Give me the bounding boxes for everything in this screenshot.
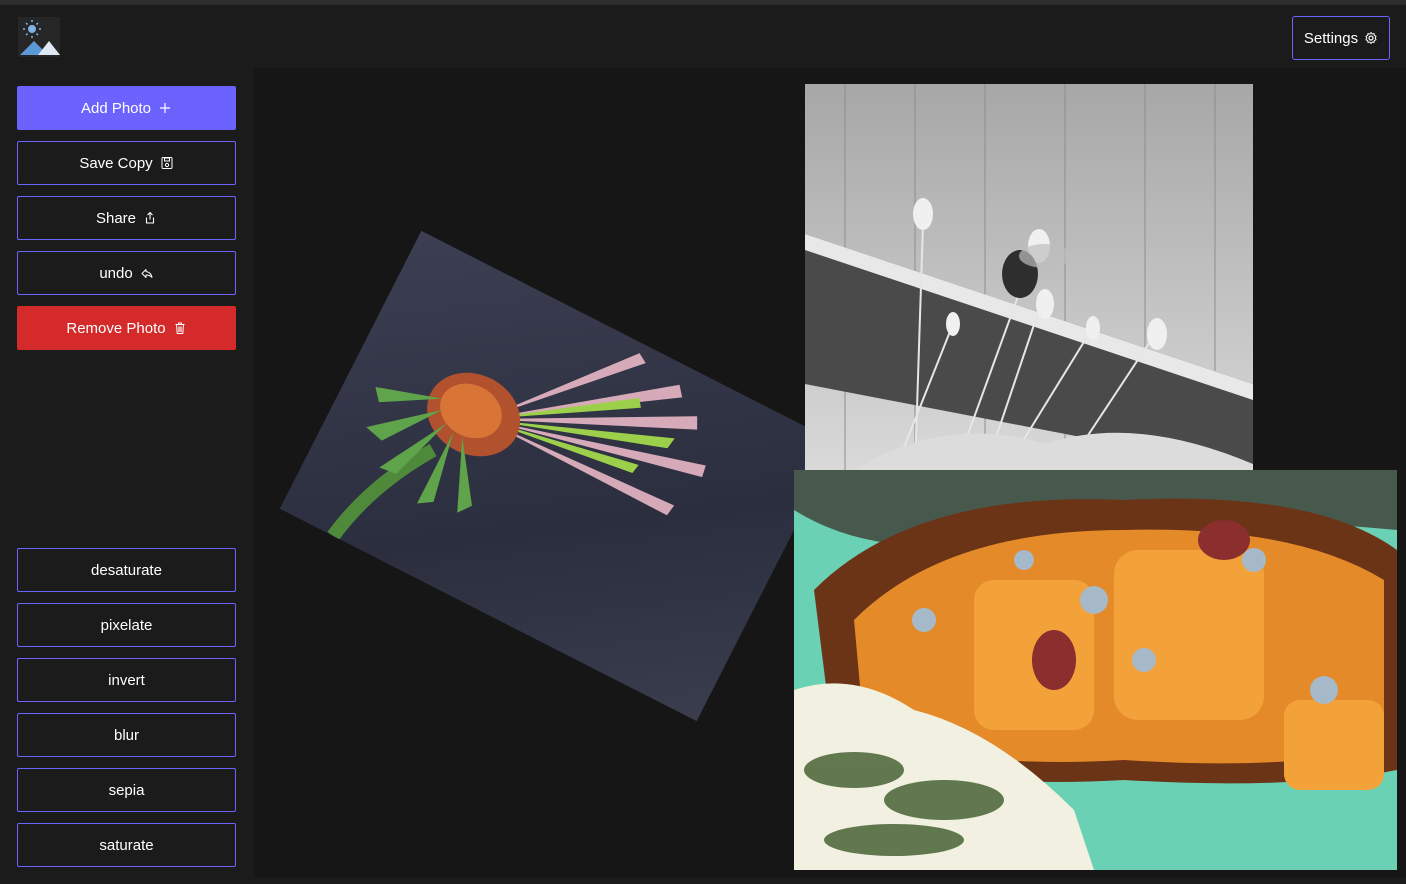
photo-roasted-squash[interactable] (794, 470, 1397, 870)
filter-saturate-button[interactable]: saturate (17, 823, 236, 867)
filter-label: blur (113, 726, 139, 744)
filter-pixelate-button[interactable]: pixelate (17, 603, 236, 647)
filter-label: pixelate (100, 616, 153, 634)
app-logo (18, 17, 60, 57)
share-button[interactable]: Share (17, 196, 236, 240)
window-top-bar (0, 0, 1406, 5)
undo-label: undo (99, 264, 133, 282)
trash-icon (173, 321, 187, 335)
filter-sepia-button[interactable]: sepia (17, 768, 236, 812)
save-icon (160, 156, 174, 170)
add-photo-label: Add Photo (80, 99, 152, 117)
undo-icon (140, 266, 154, 280)
share-icon (143, 211, 157, 225)
add-photo-button[interactable]: Add Photo (17, 86, 236, 130)
filter-label: desaturate (91, 561, 162, 579)
filter-label: invert (108, 671, 145, 689)
filter-blur-button[interactable]: blur (17, 713, 236, 757)
remove-photo-label: Remove Photo (66, 319, 166, 337)
filter-label: saturate (99, 836, 154, 854)
gear-icon (1364, 31, 1378, 45)
settings-label: Settings (1303, 29, 1359, 47)
photo-lavender-bee[interactable] (805, 84, 1253, 470)
settings-button[interactable]: Settings (1292, 16, 1390, 60)
undo-button[interactable]: undo (17, 251, 236, 295)
plus-icon (158, 101, 172, 115)
share-label: Share (95, 209, 137, 227)
save-copy-label: Save Copy (79, 154, 153, 172)
save-copy-button[interactable]: Save Copy (17, 141, 236, 185)
remove-photo-button[interactable]: Remove Photo (17, 306, 236, 350)
filter-label: sepia (108, 781, 145, 799)
image-sun-mountain-icon (20, 20, 60, 55)
filter-desaturate-button[interactable]: desaturate (17, 548, 236, 592)
filter-invert-button[interactable]: invert (17, 658, 236, 702)
